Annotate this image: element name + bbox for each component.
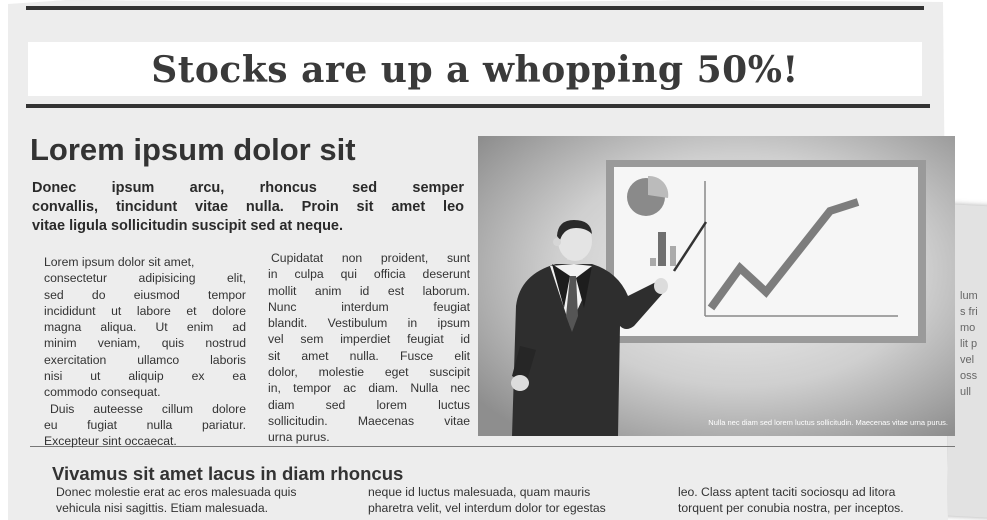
- article-title: Lorem ipsum dolor sit: [30, 132, 356, 167]
- lead-line: Donec ipsum arcu, rhoncus sed semper: [32, 180, 464, 196]
- body-line: leo. Class aptent taciti sociosqu ad lit…: [678, 485, 896, 499]
- body-line: Excepteur sint occaecat.: [44, 434, 177, 449]
- body-line: blandit. Vestibulum in ipsum: [268, 316, 470, 331]
- body-line: Cupidatat non proident, sunt: [271, 251, 470, 265]
- body-line: Donec molestie erat ac eros malesuada qu…: [56, 485, 297, 499]
- photo-caption: Nulla nec diam sed lorem luctus sollicit…: [708, 418, 948, 427]
- body-line: neque id luctus malesuada, quam mauris: [368, 485, 591, 499]
- back-text-line: vel: [960, 354, 975, 366]
- article-column-1: Lorem ipsum dolor sit amet, consectetur …: [44, 254, 246, 450]
- body-line: Nunc interdum feugiat: [268, 299, 470, 314]
- body-line: incididunt ut labore et dolore: [44, 303, 246, 318]
- back-text-line: ull: [960, 386, 972, 398]
- body-line: sit amet nulla. Fusce elit: [268, 348, 470, 363]
- back-page-text: lum s fri mo lit p vel oss ull: [960, 288, 987, 400]
- body-line: exercitation ullamco laboris: [44, 352, 246, 367]
- headline-rule: [26, 104, 930, 108]
- body-line: sed do eiusmod tempor: [44, 287, 246, 302]
- whiteboard: [606, 160, 926, 343]
- article-column-2: Cupidatat non proident, sunt in culpa qu…: [268, 250, 470, 446]
- body-line: torquent per conubia nostra, per incepto…: [678, 501, 904, 515]
- body-line: nisi ut aliquip ex ea: [44, 369, 246, 384]
- article-lead: Donec ipsum arcu, rhoncus sed semper con…: [32, 179, 464, 236]
- headline: Stocks are up a whopping 50%!: [151, 49, 799, 91]
- body-line: vehicula nisi sagittis. Etiam malesuada.: [56, 501, 269, 515]
- back-text-line: mo: [960, 322, 976, 334]
- body-line: commodo consequat.: [44, 385, 161, 400]
- lead-line: vitae ligula sollicitudin suscipit sed a…: [32, 218, 344, 234]
- back-text-line: lit p: [960, 338, 978, 350]
- top-rule: [26, 6, 924, 10]
- bottom-column-1: Donec molestie erat ac eros malesuada qu…: [56, 484, 297, 516]
- back-text-line: oss: [960, 370, 978, 382]
- lead-line: convallis, tincidunt vitae nulla. Proin …: [32, 199, 464, 215]
- body-line: minim veniam, quis nostrud: [44, 336, 246, 351]
- back-text-line: lum: [960, 290, 978, 302]
- body-line: consectetur adipisicing elit,: [44, 271, 246, 286]
- back-text-line: s fri: [960, 306, 978, 318]
- body-line: magna aliqua. Ut enim ad: [44, 320, 246, 335]
- body-line: eu fugiat nulla pariatur.: [44, 417, 246, 432]
- body-line: vel sem imperdiet feugiat id: [268, 332, 470, 347]
- body-line: urna purus.: [268, 430, 330, 445]
- article-photo: [478, 136, 955, 436]
- body-line: Duis auteesse cillum dolore: [50, 401, 246, 416]
- body-line: in culpa qui officia deserunt: [268, 267, 470, 282]
- bottom-column-3: leo. Class aptent taciti sociosqu ad lit…: [678, 484, 904, 516]
- body-line: mollit anim id est laborum.: [268, 283, 470, 298]
- body-line: dolor, molestie eget suscipit: [268, 365, 470, 380]
- body-line: pharetra velit, vel interdum dolor tor e…: [368, 501, 606, 515]
- body-line: in, tempor ac diam. Nulla nec: [268, 381, 470, 396]
- section-title: Vivamus sit amet lacus in diam rhoncus: [52, 463, 404, 484]
- body-line: diam sed lorem luctus: [268, 397, 470, 412]
- body-line: Lorem ipsum dolor sit amet,: [44, 255, 195, 269]
- bottom-column-2: neque id luctus malesuada, quam mauris p…: [368, 484, 606, 516]
- body-line: sollicitudin. Maecenas vitae: [268, 413, 470, 428]
